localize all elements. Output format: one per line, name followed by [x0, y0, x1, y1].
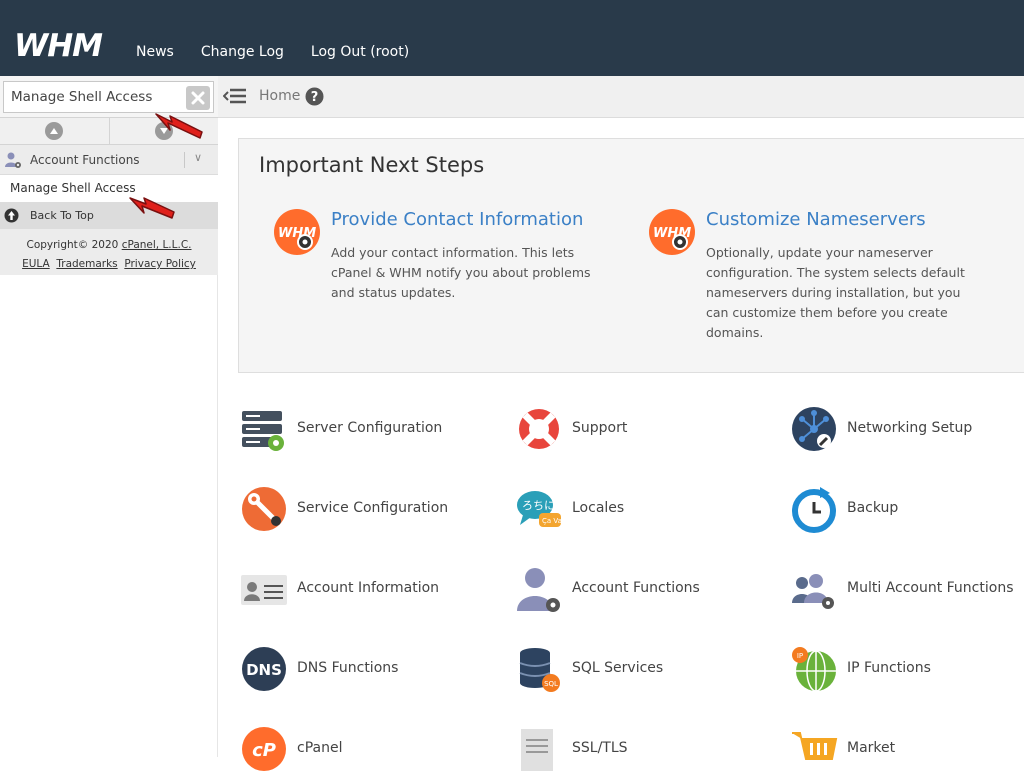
server-config-icon	[242, 411, 284, 451]
category-label: DNS Functions	[297, 660, 399, 676]
category-label: IP Functions	[847, 660, 931, 676]
category-label: Server Configuration	[297, 420, 443, 436]
category-support[interactable]: Support	[513, 400, 773, 458]
category-service-configuration[interactable]: Service Configuration	[238, 480, 498, 538]
sidebar-footer: Copyright© 2020 cPanel, L.L.C. EULA Trad…	[0, 229, 218, 275]
step-description: Add your contact information. This lets …	[331, 245, 591, 300]
category-networking-setup[interactable]: Networking Setup	[788, 400, 1024, 458]
category-ssl-tls[interactable]: SSL/TLS	[513, 720, 773, 778]
privacy-policy-link[interactable]: Privacy Policy	[124, 258, 196, 270]
globe-ip-icon: IP	[792, 647, 836, 692]
network-icon	[792, 407, 836, 451]
category-label: Multi Account Functions	[847, 580, 1014, 596]
category-label: Market	[847, 740, 896, 756]
step-description: Optionally, update your nameserver confi…	[706, 245, 965, 340]
arrow-up-icon	[50, 128, 59, 134]
wrench-icon	[242, 487, 286, 531]
nav-changelog-link[interactable]: Change Log	[201, 44, 284, 60]
life-ring-icon	[519, 409, 559, 449]
svg-text:?: ?	[311, 90, 319, 105]
collapse-all-button[interactable]	[0, 118, 110, 144]
user-gear-icon	[5, 152, 21, 168]
category-label: Account Information	[297, 580, 440, 596]
category-label: Locales	[572, 500, 625, 516]
svg-text:cP: cP	[252, 740, 276, 761]
svg-text:DNS: DNS	[246, 661, 282, 679]
svg-text:ろちに: ろちに	[522, 499, 555, 512]
category-market[interactable]: Market	[788, 720, 1024, 778]
eula-link[interactable]: EULA	[22, 258, 50, 270]
category-multi-account-functions[interactable]: Multi Account Functions	[788, 560, 1024, 618]
help-icon[interactable]: ?	[305, 87, 324, 106]
category-cpanel[interactable]: cP cPanel	[238, 720, 498, 778]
next-steps-title: Important Next Steps	[259, 153, 485, 177]
category-dns-functions[interactable]: DNS DNS Functions	[238, 640, 498, 698]
svg-text:Ça Vau: Ça Vau	[542, 517, 563, 525]
shopping-cart-icon	[792, 732, 838, 760]
cpanel-logo-icon: cP	[242, 727, 286, 771]
database-icon: SQL	[519, 648, 560, 692]
divider	[184, 152, 185, 168]
sidebar-category-label: Account Functions	[30, 153, 140, 167]
category-account-functions[interactable]: Account Functions	[513, 560, 773, 618]
chevron-down-icon: ∨	[194, 151, 203, 164]
category-label: Networking Setup	[847, 420, 973, 436]
sidebar-item-manage-shell-access[interactable]: Manage Shell Access	[0, 175, 218, 202]
user-gear-icon	[517, 568, 560, 612]
whm-logo[interactable]: WHM	[14, 28, 118, 62]
sidebar-item-label: Manage Shell Access	[10, 181, 136, 195]
sidebar-category-account-functions[interactable]: Account Functions ∨	[0, 145, 218, 175]
nav-news-link[interactable]: News	[136, 44, 174, 60]
category-ip-functions[interactable]: IP IP Functions	[788, 640, 1024, 698]
category-server-configuration[interactable]: Server Configuration	[238, 400, 498, 458]
svg-text:WHM: WHM	[14, 28, 103, 62]
category-label: SQL Services	[572, 660, 664, 676]
menu-toggle-icon[interactable]	[223, 86, 247, 106]
id-card-icon	[241, 575, 287, 605]
svg-text:SQL: SQL	[544, 680, 558, 688]
company-link[interactable]: cPanel, L.L.C.	[122, 239, 192, 251]
next-steps-panel: Important Next Steps WHM Provide Contact…	[238, 138, 1024, 373]
whm-gear-icon: WHM	[649, 209, 695, 255]
nav-logout-link[interactable]: Log Out (root)	[311, 44, 409, 60]
back-to-top-label: Back To Top	[30, 209, 94, 222]
top-header: WHM News Change Log Log Out (root)	[0, 0, 1024, 76]
category-label: cPanel	[297, 740, 343, 756]
provide-contact-info-link[interactable]: Provide Contact Information	[331, 209, 583, 230]
category-label: SSL/TLS	[572, 740, 628, 756]
speech-bubbles-icon: ろちに Ça Vau	[517, 491, 563, 527]
category-account-information[interactable]: Account Information	[238, 560, 498, 618]
clear-search-button[interactable]	[186, 86, 210, 110]
breadcrumb-home[interactable]: Home	[259, 88, 300, 104]
category-label: Backup	[847, 500, 899, 516]
back-to-top-button[interactable]: Back To Top	[0, 202, 218, 229]
category-backup[interactable]: Backup	[788, 480, 1024, 538]
dns-icon: DNS	[242, 647, 286, 691]
svg-text:IP: IP	[797, 652, 803, 660]
close-icon	[191, 91, 205, 105]
top-nav: News Change Log Log Out (root)	[136, 44, 436, 60]
certificate-icon	[521, 729, 553, 771]
category-label: Support	[572, 420, 628, 436]
arrow-up-circle-icon	[4, 208, 19, 223]
category-label: Account Functions	[572, 580, 700, 596]
trademarks-link[interactable]: Trademarks	[56, 258, 117, 270]
backup-clock-icon	[792, 487, 836, 533]
whm-gear-icon: WHM	[274, 209, 320, 255]
sidebar: Account Functions ∨ Manage Shell Access …	[0, 76, 218, 757]
copyright-text: Copyright© 2020	[26, 239, 122, 251]
category-sql-services[interactable]: SQL SQL Services	[513, 640, 773, 698]
users-gear-icon	[792, 574, 834, 609]
category-label: Service Configuration	[297, 500, 449, 516]
annotation-arrow-search	[155, 113, 203, 139]
customize-nameservers-link[interactable]: Customize Nameservers	[706, 209, 926, 230]
annotation-arrow-menu-item	[129, 197, 175, 219]
breadcrumb-bar: Home ?	[218, 76, 1024, 118]
category-locales[interactable]: ろちに Ça Vau Locales	[513, 480, 773, 538]
